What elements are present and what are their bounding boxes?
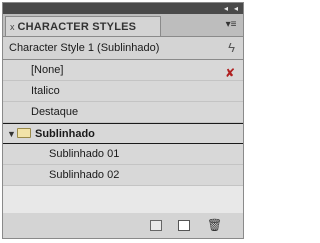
- character-styles-panel: ◂ ◂ x CHARACTER STYLES ▾≡ Character Styl…: [2, 2, 244, 239]
- panel-title: CHARACTER STYLES: [17, 20, 137, 33]
- current-style-bar: Character Style 1 (Sublinhado) ϟ: [3, 37, 243, 60]
- panel-menu-icon[interactable]: ▾≡: [225, 19, 237, 30]
- lightning-icon[interactable]: ϟ: [228, 40, 235, 55]
- tab-character-styles[interactable]: x CHARACTER STYLES: [5, 16, 161, 36]
- new-style-icon[interactable]: [178, 220, 190, 231]
- new-style-group-icon[interactable]: [150, 220, 162, 231]
- style-item-label: Destaque: [31, 106, 79, 118]
- style-item-label: [None]: [31, 64, 64, 76]
- style-item-label: Italico: [31, 85, 60, 97]
- style-item-label: Sublinhado 02: [49, 169, 120, 181]
- style-item-sublinhado-01[interactable]: Sublinhado 01: [3, 144, 243, 165]
- style-item-italico[interactable]: Italico: [3, 81, 243, 102]
- panel-bottom-bar: 🗑: [3, 213, 243, 238]
- current-style-label: Character Style 1 (Sublinhado): [9, 42, 160, 54]
- style-list: [None] ✘ Italico Destaque ▼ Sublinhado Su…: [3, 60, 243, 230]
- style-item-destaque[interactable]: Destaque: [3, 102, 243, 123]
- style-group-label: Sublinhado: [35, 128, 95, 140]
- folder-icon: [17, 128, 31, 139]
- style-item-sublinhado-02[interactable]: Sublinhado 02: [3, 165, 243, 186]
- panel-top-strip: ◂ ◂: [3, 3, 243, 14]
- disclosure-triangle-icon[interactable]: ▼: [7, 124, 17, 145]
- style-item-none[interactable]: [None] ✘: [3, 60, 243, 81]
- close-icon[interactable]: x: [10, 22, 15, 32]
- style-group-sublinhado[interactable]: ▼ Sublinhado: [3, 123, 243, 144]
- panel-tab-bar: x CHARACTER STYLES ▾≡: [3, 14, 243, 37]
- collapse-icon[interactable]: ◂: [231, 3, 241, 14]
- collapse-icon[interactable]: ◂: [221, 3, 231, 14]
- style-item-label: Sublinhado 01: [49, 148, 120, 160]
- trash-icon[interactable]: 🗑: [207, 219, 222, 231]
